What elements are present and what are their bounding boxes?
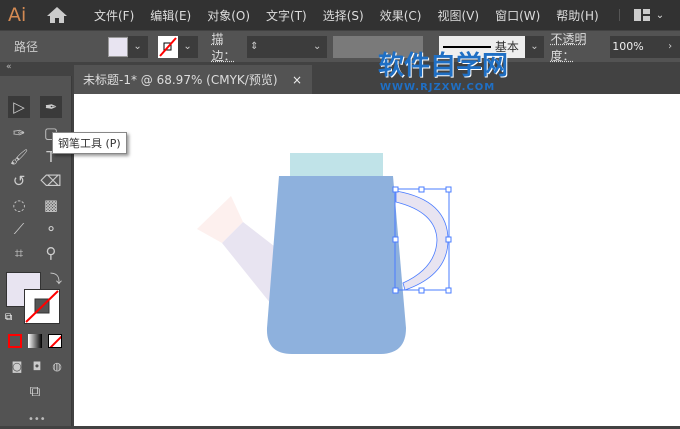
app-logo: Ai bbox=[8, 4, 27, 26]
stroke-weight-dropdown[interactable]: ⌄ bbox=[307, 35, 328, 58]
more-tools-icon[interactable]: ••• bbox=[28, 414, 46, 425]
stroke-color-box[interactable] bbox=[24, 289, 60, 324]
gradient-mode-icon[interactable] bbox=[28, 334, 42, 348]
menu-window[interactable]: 窗口(W) bbox=[487, 7, 548, 24]
stroke-swatch[interactable] bbox=[157, 35, 178, 58]
zoom-tool-icon[interactable]: ⚲ bbox=[40, 242, 62, 264]
stroke-label: 描边： bbox=[211, 31, 236, 63]
watermark-title: 软件自学网 bbox=[378, 51, 509, 81]
menu-view[interactable]: 视图(V) bbox=[429, 7, 487, 24]
opacity-input[interactable]: 100% bbox=[610, 35, 661, 58]
watermark-url: WWW.RJZXW.COM bbox=[380, 82, 496, 93]
teapot-handle[interactable] bbox=[395, 190, 449, 291]
teapot-body[interactable] bbox=[266, 176, 406, 354]
screen-mode-icon[interactable]: ⧉ bbox=[24, 380, 46, 402]
draw-normal-icon[interactable]: ◙ bbox=[6, 356, 28, 378]
warp-tool-icon[interactable]: ◌ bbox=[8, 194, 30, 216]
document-tabs: 未标题-1* @ 68.97% (CMYK/预览) × bbox=[74, 65, 680, 94]
chevron-down-icon: ⌄ bbox=[655, 9, 665, 21]
menu-file[interactable]: 文件(F) bbox=[86, 7, 142, 24]
stroke-dropdown[interactable]: ⌄ bbox=[177, 35, 198, 58]
menu-bar: Ai 文件(F) 编辑(E) 对象(O) 文字(T) 选择(S) 效果(C) 视… bbox=[0, 0, 680, 30]
eraser-tool-icon[interactable]: ⌫ bbox=[40, 170, 62, 192]
menu-type[interactable]: 文字(T) bbox=[258, 7, 315, 24]
control-bar: 路径 ⌄ ⌄ 描边： ⇕ ⌄ 基本 ⌄ 不透明度： 100% › bbox=[0, 31, 680, 63]
tools-panel: « ▷ ✒ ✑ ▢ 🖌 T ↺ ⌫ ◌ ▩ ⟋ ⚬ ⌗ ⚲ ⤵ ⧉ ◙ ◘ ◍ … bbox=[0, 62, 72, 426]
menu-edit[interactable]: 编辑(E) bbox=[142, 7, 199, 24]
opacity-dropdown[interactable]: › bbox=[660, 35, 680, 58]
rotate-tool-icon[interactable]: ↺ bbox=[8, 170, 30, 192]
menu-select[interactable]: 选择(S) bbox=[315, 7, 372, 24]
draw-behind-icon[interactable]: ◘ bbox=[26, 356, 48, 378]
menu-object[interactable]: 对象(O) bbox=[199, 7, 258, 24]
collapse-icon[interactable]: « bbox=[0, 62, 72, 76]
eyedropper-tool-icon[interactable]: ⟋ bbox=[8, 218, 30, 240]
artboard-canvas[interactable] bbox=[74, 94, 680, 426]
fill-dropdown[interactable]: ⌄ bbox=[127, 35, 148, 58]
color-mode-icon[interactable] bbox=[8, 334, 22, 348]
document-tab[interactable]: 未标题-1* @ 68.97% (CMYK/预览) × bbox=[74, 65, 312, 94]
menu-help[interactable]: 帮助(H) bbox=[548, 7, 606, 24]
draw-inside-icon[interactable]: ◍ bbox=[46, 356, 68, 378]
none-mode-icon[interactable] bbox=[48, 334, 62, 348]
selection-type: 路径 bbox=[14, 40, 39, 54]
layout-icon bbox=[633, 9, 650, 21]
opacity-label: 不透明度： bbox=[550, 31, 587, 63]
document-tab-title: 未标题-1* @ 68.97% (CMYK/预览) bbox=[83, 73, 278, 87]
gradient-tool-icon[interactable]: ▩ bbox=[40, 194, 62, 216]
artboard-tool-icon[interactable]: ⌗ bbox=[8, 242, 30, 264]
home-icon[interactable] bbox=[46, 6, 68, 24]
default-colors-icon[interactable]: ⧉ bbox=[5, 312, 12, 323]
brush-dropdown[interactable]: ⌄ bbox=[524, 35, 545, 58]
workspace-switcher[interactable]: ⌄ bbox=[618, 9, 665, 21]
pen-tool-icon[interactable]: ✒ bbox=[40, 96, 62, 118]
teapot-lid bbox=[290, 153, 383, 176]
swap-colors-icon[interactable]: ⤵ bbox=[50, 270, 62, 287]
paintbrush-tool-icon[interactable]: 🖌 bbox=[8, 146, 30, 168]
menu-effect[interactable]: 效果(C) bbox=[372, 7, 430, 24]
fill-swatch[interactable] bbox=[107, 36, 128, 57]
selection-tool-icon[interactable]: ▷ bbox=[8, 96, 30, 118]
stroke-stepper[interactable]: ⇕ bbox=[247, 35, 262, 58]
close-tab-icon[interactable]: × bbox=[292, 73, 302, 87]
stroke-weight-input[interactable] bbox=[261, 35, 308, 58]
shape-builder-tool-icon[interactable]: ⚬ bbox=[40, 218, 62, 240]
curvature-tool-icon[interactable]: ✑ bbox=[8, 122, 30, 144]
tooltip: 钢笔工具 (P) bbox=[52, 132, 127, 154]
